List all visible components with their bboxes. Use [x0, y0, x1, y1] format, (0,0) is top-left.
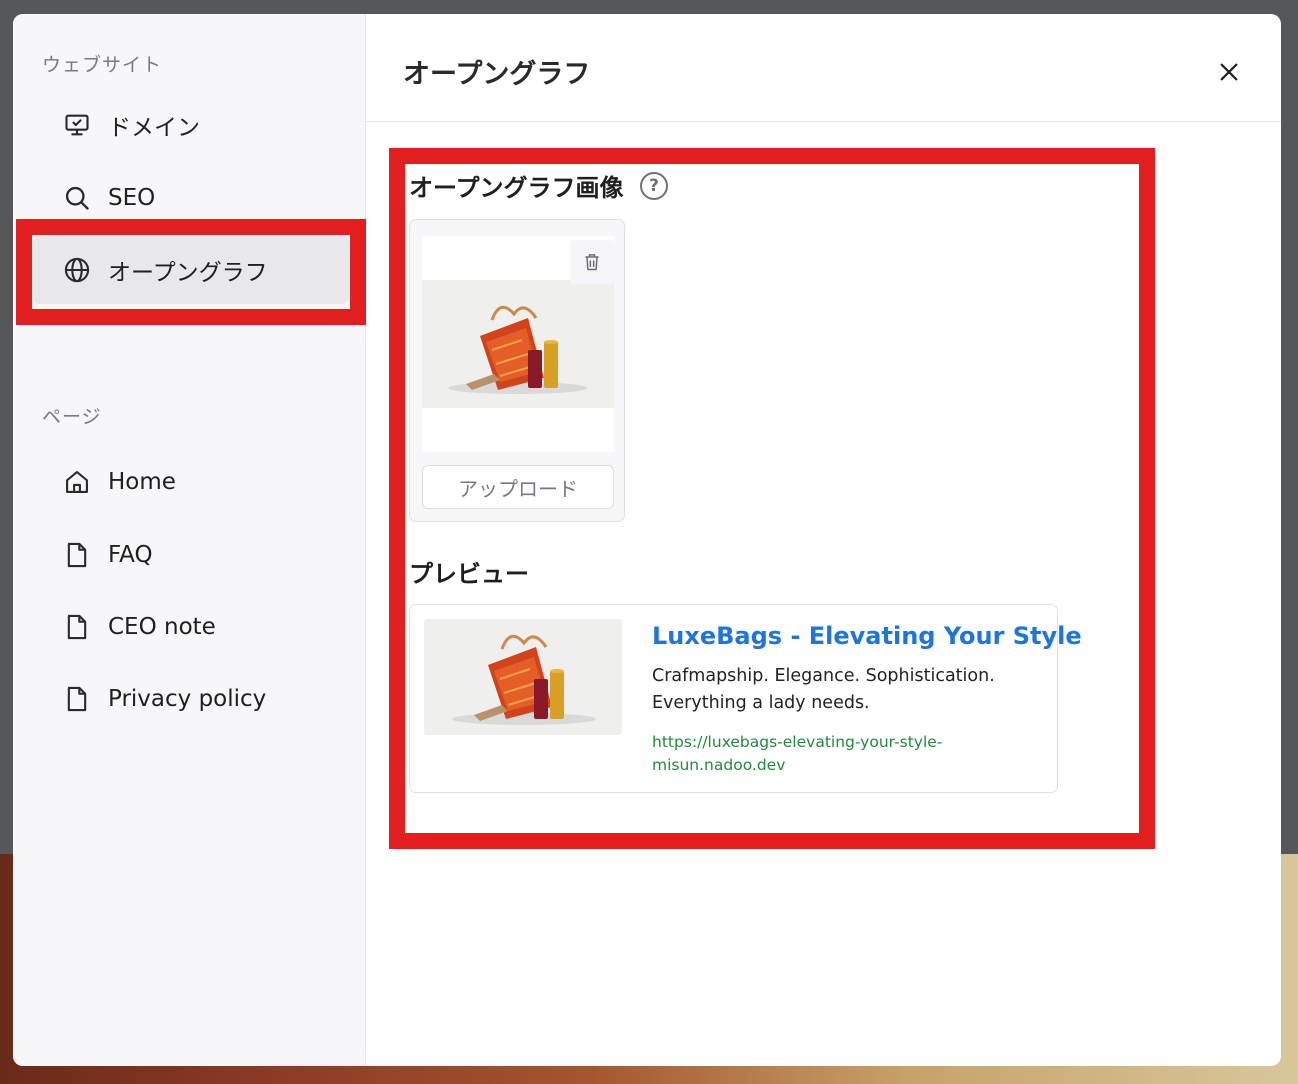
file-icon [63, 685, 91, 713]
preview-label: プレビュー [409, 560, 529, 588]
search-icon [63, 184, 91, 212]
help-icon[interactable]: ? [640, 172, 668, 200]
sidebar-item-label: SEO [108, 185, 156, 211]
sidebar-heading-pages: ページ [42, 406, 102, 428]
sidebar-item-label: CEO note [108, 614, 216, 640]
preview-url-line: https://luxebags-elevating-your-style- [652, 733, 943, 751]
file-icon [63, 541, 91, 569]
og-image-thumbnail [422, 236, 614, 452]
sidebar: ウェブサイト ドメイン SEO オープングラフ ページ Home FAQ CEO… [13, 14, 366, 1066]
settings-modal: ウェブサイト ドメイン SEO オープングラフ ページ Home FAQ CEO… [13, 14, 1281, 1066]
preview-image [424, 619, 622, 735]
close-icon [1220, 63, 1238, 81]
home-icon [63, 468, 91, 496]
sidebar-item-faq[interactable]: FAQ [33, 521, 349, 589]
main-panel: オープングラフ オープングラフ画像 ? アップロード プレビュー LuxeBag… [366, 14, 1281, 1066]
sidebar-item-privacy-policy[interactable]: Privacy policy [33, 665, 349, 733]
preview-title-link[interactable]: LuxeBags - Elevating Your Style [652, 622, 1082, 650]
bag-photo [422, 280, 614, 408]
close-button[interactable] [1215, 58, 1243, 86]
preview-url[interactable]: https://luxebags-elevating-your-style- m… [652, 731, 972, 777]
upload-button[interactable]: アップロード [422, 465, 614, 509]
sidebar-item-home[interactable]: Home [33, 448, 349, 516]
bag-photo [424, 619, 622, 735]
sidebar-item-label: FAQ [108, 542, 153, 568]
delete-image-button[interactable] [570, 240, 614, 284]
sidebar-heading-website: ウェブサイト [42, 54, 163, 76]
og-preview-card: LuxeBags - Elevating Your Style Crafmaps… [409, 604, 1082, 793]
preview-description-line: Crafmapship. Elegance. Sophistication. [652, 666, 995, 686]
og-image-label: オープングラフ画像 [409, 174, 624, 202]
trash-icon [585, 254, 599, 271]
og-image-card: アップロード [409, 219, 625, 522]
preview-description: Crafmapship. Elegance. Sophistication. E… [652, 663, 1042, 717]
highlight-box-sidebar [16, 219, 366, 325]
preview-url-line: misun.nadoo.dev [652, 756, 786, 774]
sidebar-item-label: ドメイン [108, 115, 200, 141]
sidebar-item-label: Privacy policy [108, 686, 267, 712]
page-title: オープングラフ [403, 59, 591, 90]
sidebar-item-label: Home [108, 469, 176, 495]
sidebar-item-domain[interactable]: ドメイン [33, 91, 349, 159]
sidebar-item-ceo-note[interactable]: CEO note [33, 593, 349, 661]
monitor-icon [63, 111, 91, 139]
preview-description-line: Everything a lady needs. [652, 693, 870, 713]
file-icon [63, 613, 91, 641]
panel-header: オープングラフ [366, 14, 1281, 122]
